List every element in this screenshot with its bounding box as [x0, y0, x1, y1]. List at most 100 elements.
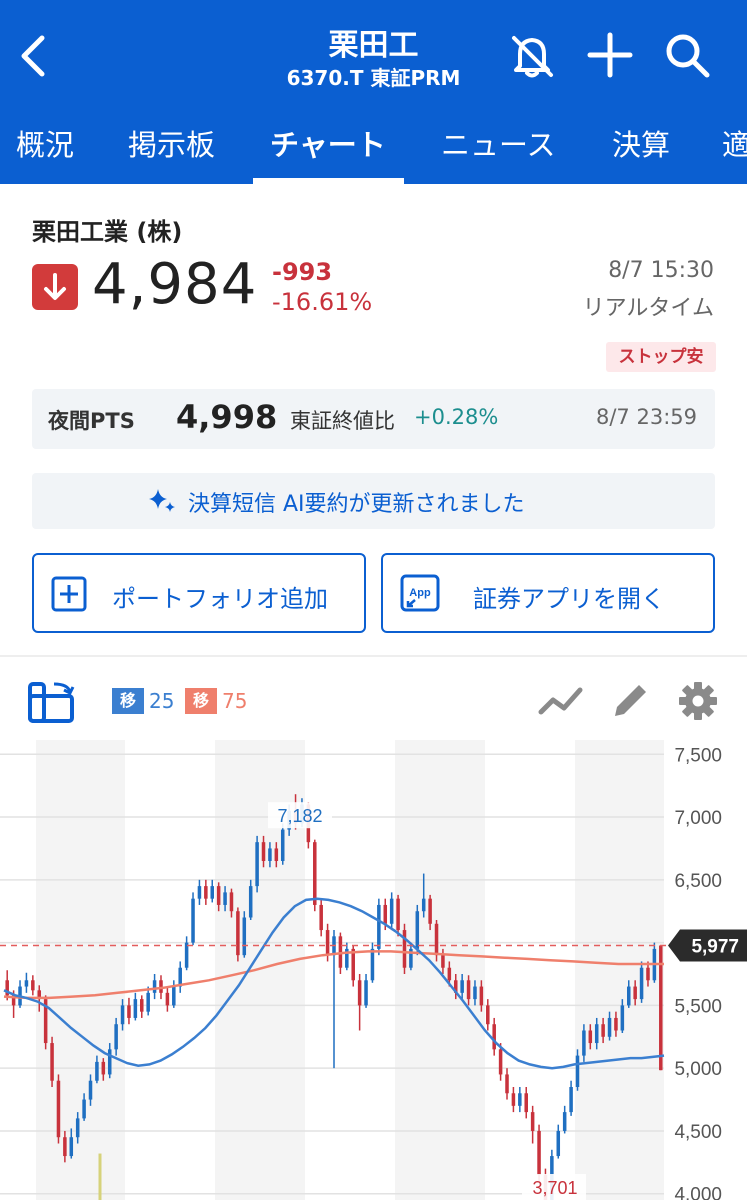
add-portfolio-label: ポートフォリオ追加: [112, 585, 328, 613]
candle-body: [377, 904, 381, 949]
candle-body: [396, 898, 400, 931]
candle-body: [274, 848, 279, 861]
candle-body: [120, 1005, 125, 1025]
stock-price: 4,984: [92, 252, 258, 317]
rotate-screen-icon[interactable]: [28, 680, 78, 724]
pts-time: 8/7 23:59: [596, 405, 697, 429]
candle-body: [441, 955, 445, 968]
pts-label: 夜間PTS: [48, 409, 135, 433]
candle-body: [447, 967, 452, 981]
candle-body: [511, 1093, 516, 1106]
pts-compare-label: 東証終値比: [290, 409, 395, 433]
candle-body: [63, 1137, 67, 1157]
open-app-label: 証券アプリを開く: [473, 585, 665, 613]
candle-body: [236, 911, 240, 956]
ma-short-badge: 移: [112, 688, 144, 714]
tab-more[interactable]: 適: [722, 122, 747, 164]
candle-body: [50, 1043, 54, 1081]
candle-body: [479, 986, 484, 1006]
candle-body: [402, 930, 407, 968]
tab-overview[interactable]: 概況: [16, 122, 74, 164]
tab-chart[interactable]: チャート: [270, 122, 386, 164]
candle-body: [421, 898, 426, 912]
open-app-button[interactable]: App 証券アプリを開く: [381, 553, 715, 633]
price-change-percent: -16.61%: [272, 288, 373, 316]
candle-body: [505, 1074, 509, 1094]
candle-body: [191, 898, 195, 943]
tab-earnings[interactable]: 決算: [612, 122, 670, 164]
candle-body: [261, 842, 266, 861]
candle-body: [466, 980, 471, 1000]
candle-body: [537, 1130, 541, 1175]
candle-body: [184, 942, 189, 968]
candle-body: [588, 1030, 593, 1044]
add-icon[interactable]: [583, 28, 637, 82]
candle-body: [562, 1112, 567, 1131]
candle-body: [69, 1137, 74, 1157]
candle-body: [639, 967, 644, 1000]
candle-body: [594, 1024, 599, 1044]
add-box-icon: [51, 576, 87, 612]
candle-body: [127, 1005, 131, 1018]
candle-body: [370, 948, 375, 981]
bell-off-icon[interactable]: [505, 28, 559, 82]
low-price-label: 3,701: [532, 1178, 577, 1198]
candle-body: [582, 1030, 586, 1056]
candle-body: [646, 967, 650, 981]
candle-body: [210, 886, 215, 899]
candle-body: [486, 1005, 490, 1025]
candle-body: [88, 1080, 93, 1100]
settings-gear-icon[interactable]: [677, 680, 719, 722]
ai-summary-banner[interactable]: 決算短信 AI要約が更新されました: [32, 473, 715, 529]
pts-row[interactable]: 夜間PTS 4,998 東証終値比 +0.28% 8/7 23:59: [32, 389, 715, 449]
candle-body: [601, 1024, 605, 1037]
candle-body: [159, 980, 163, 993]
candle-body: [216, 886, 221, 905]
tab-news[interactable]: ニュース: [441, 122, 556, 164]
candle-body: [280, 829, 285, 861]
candle-body: [248, 886, 253, 918]
add-portfolio-button[interactable]: ポートフォリオ追加: [32, 553, 366, 633]
candle-body: [152, 980, 157, 993]
candle-body: [428, 898, 432, 924]
candle-body: [165, 992, 170, 1006]
ma-short-value[interactable]: 25: [149, 689, 174, 713]
line-chart-icon[interactable]: [538, 682, 584, 722]
candle-body: [114, 1024, 118, 1050]
candle-body: [614, 1017, 618, 1031]
candle-body: [364, 980, 368, 1006]
candle-body: [31, 980, 35, 991]
candle-body: [556, 1130, 561, 1157]
candle-body: [434, 923, 439, 956]
high-price-label: 7,182: [277, 806, 322, 826]
candle-body: [498, 1049, 503, 1075]
tab-board[interactable]: 掲示板: [128, 122, 215, 164]
candle-body: [473, 986, 477, 1000]
y-tick-label: 4,000: [674, 1185, 722, 1200]
status-badge: ストップ安: [606, 342, 716, 372]
candle-body: [415, 911, 420, 949]
ma-long-badge: 移: [185, 688, 217, 714]
candle-body: [492, 1024, 496, 1050]
pencil-icon[interactable]: [609, 680, 651, 722]
realtime-label: リアルタイム: [582, 296, 714, 321]
candle-body: [140, 999, 144, 1012]
quote-datetime: 8/7 15:30: [608, 258, 714, 283]
app-header: 栗田工 6370.T 東証PRM 概況 掲示板 チャート ニュース 決算 適: [0, 0, 747, 184]
current-price-label: 5,977: [691, 936, 739, 957]
search-icon[interactable]: [660, 28, 714, 82]
candlestick-chart[interactable]: 7,5007,0006,5006,0005,5005,0004,5004,000…: [0, 740, 747, 1200]
y-tick-label: 7,000: [674, 808, 722, 829]
candle-body: [133, 999, 138, 1018]
candle-body: [389, 898, 394, 924]
price-change: -993: [272, 258, 333, 286]
app-icon: App: [400, 574, 440, 612]
pts-price: 4,998: [176, 398, 278, 436]
candle-body: [530, 1112, 535, 1131]
candle-body: [95, 1061, 99, 1081]
ma-long-value[interactable]: 75: [222, 689, 247, 713]
candle-body: [229, 892, 234, 912]
candle-body: [223, 892, 227, 905]
divider: [0, 655, 747, 657]
candle-body: [56, 1080, 61, 1138]
